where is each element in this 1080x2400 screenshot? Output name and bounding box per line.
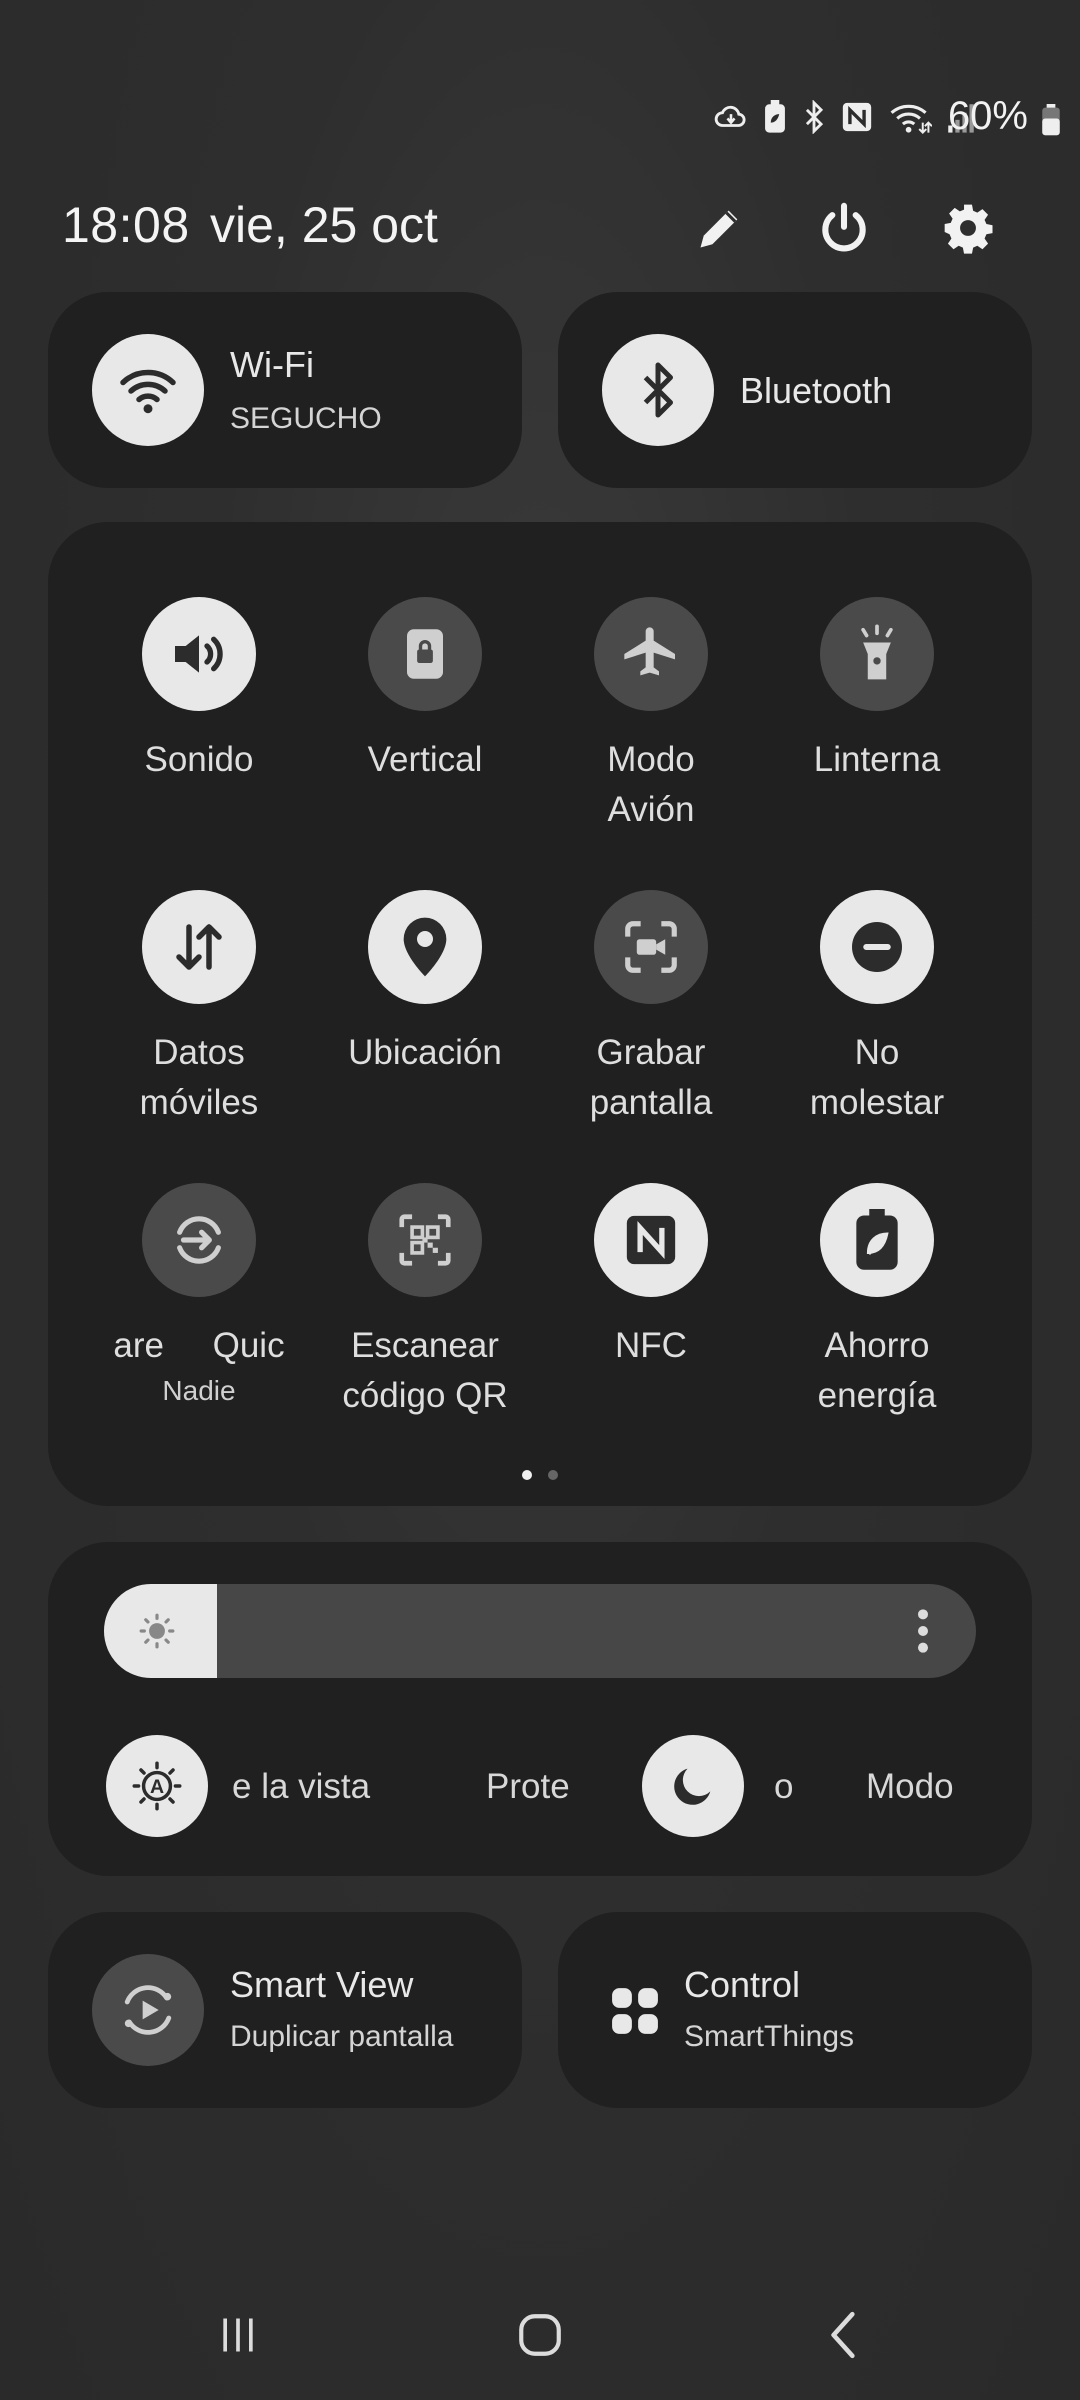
dark-mode-label: o bbox=[774, 1767, 794, 1806]
nfc-icon bbox=[840, 100, 874, 134]
dark-mode-icon[interactable] bbox=[642, 1735, 744, 1837]
battery-percent: 60% bbox=[947, 94, 1028, 138]
airplane-icon[interactable] bbox=[594, 597, 708, 711]
battery-saver-icon bbox=[762, 100, 788, 134]
tile-sound[interactable]: Sonido bbox=[86, 597, 312, 785]
tile-label: Escanear código QR bbox=[342, 1326, 508, 1415]
tile-label: No molestar bbox=[809, 1033, 945, 1122]
tile-quick-share[interactable]: are Quic Nadie bbox=[86, 1183, 312, 1407]
wifi-pill[interactable]: Wi-Fi SEGUCHO bbox=[48, 292, 522, 488]
wifi-network-name: SEGUCHO bbox=[230, 402, 382, 435]
tile-label: Datos móviles bbox=[139, 1033, 259, 1122]
bluetooth-pill[interactable]: Bluetooth bbox=[558, 292, 1032, 488]
svg-text:A: A bbox=[150, 1776, 164, 1798]
mobile-data-icon[interactable] bbox=[142, 890, 256, 1004]
wifi-title: Wi-Fi bbox=[230, 344, 314, 385]
sync-icon bbox=[714, 100, 748, 134]
tile-label: Linterna bbox=[813, 740, 941, 779]
wifi-icon[interactable] bbox=[92, 334, 204, 446]
bluetooth-icon[interactable] bbox=[602, 334, 714, 446]
eye-protection-label: Prote bbox=[486, 1767, 570, 1806]
tile-rotation[interactable]: Vertical bbox=[312, 597, 538, 785]
nfc-icon[interactable] bbox=[594, 1183, 708, 1297]
power-icon[interactable] bbox=[812, 196, 876, 260]
eye-comfort-label: e la vista bbox=[232, 1767, 371, 1806]
control-subtitle: SmartThings bbox=[684, 2020, 855, 2053]
smartthings-control-pill[interactable]: Control SmartThings bbox=[558, 1912, 1032, 2108]
smart-view-title: Smart View bbox=[230, 1964, 414, 2005]
tile-label: Grabar pantalla bbox=[589, 1033, 713, 1122]
tile-label: are Quic bbox=[113, 1326, 285, 1365]
tile-do-not-disturb[interactable]: No molestar bbox=[764, 890, 990, 1128]
tile-screen-record[interactable]: Grabar pantalla bbox=[538, 890, 764, 1128]
tile-label: NFC bbox=[615, 1326, 687, 1365]
tile-location[interactable]: Ubicación bbox=[312, 890, 538, 1078]
page-indicator-inactive bbox=[548, 1470, 558, 1480]
tile-label: Ahorro energía bbox=[817, 1326, 937, 1415]
home-icon[interactable] bbox=[490, 2300, 590, 2370]
do-not-disturb-icon[interactable] bbox=[820, 890, 934, 1004]
bluetooth-title: Bluetooth bbox=[740, 370, 893, 411]
battery-icon bbox=[1040, 104, 1062, 141]
recents-icon[interactable] bbox=[188, 2300, 288, 2370]
tile-mobile-data[interactable]: Datos móviles bbox=[86, 890, 312, 1128]
qr-scan-icon[interactable] bbox=[368, 1183, 482, 1297]
tile-power-saving[interactable]: Ahorro energía bbox=[764, 1183, 990, 1421]
control-title: Control bbox=[684, 1964, 801, 2005]
tile-label: Ubicación bbox=[348, 1033, 502, 1072]
tile-label: Vertical bbox=[367, 740, 483, 779]
back-icon[interactable] bbox=[794, 2300, 894, 2370]
bluetooth-icon bbox=[802, 100, 826, 134]
smartthings-icon bbox=[610, 1986, 660, 2041]
rotation-lock-icon[interactable] bbox=[368, 597, 482, 711]
clock: 18:08 bbox=[62, 197, 190, 253]
tile-label: Sonido bbox=[144, 740, 254, 779]
edit-icon[interactable] bbox=[688, 196, 752, 260]
quick-share-icon[interactable] bbox=[142, 1183, 256, 1297]
brightness-sun-icon bbox=[138, 1612, 176, 1655]
tile-airplane-mode[interactable]: Modo Avión bbox=[538, 597, 764, 835]
brightness-more-options-icon[interactable] bbox=[916, 1606, 930, 1661]
tile-nfc[interactable]: NFC bbox=[538, 1183, 764, 1371]
tile-flashlight[interactable]: Linterna bbox=[764, 597, 990, 785]
smart-view-subtitle: Duplicar pantalla bbox=[230, 2020, 454, 2053]
flashlight-icon[interactable] bbox=[820, 597, 934, 711]
settings-icon[interactable] bbox=[936, 196, 1000, 260]
auto-brightness-icon[interactable]: A bbox=[106, 1735, 208, 1837]
tile-label: Modo Avión bbox=[607, 740, 695, 829]
smart-view-icon[interactable] bbox=[92, 1954, 204, 2066]
smart-view-pill[interactable]: Smart View Duplicar pantalla bbox=[48, 1912, 522, 2108]
tile-qr-scanner[interactable]: Escanear código QR bbox=[312, 1183, 538, 1421]
wifi-icon bbox=[888, 100, 932, 134]
brightness-slider[interactable] bbox=[104, 1584, 976, 1678]
page-indicator-active bbox=[522, 1470, 532, 1480]
mode-label: Modo bbox=[866, 1767, 954, 1806]
tile-sublabel: Nadie bbox=[162, 1375, 236, 1406]
screen-record-icon[interactable] bbox=[594, 890, 708, 1004]
power-saving-icon[interactable] bbox=[820, 1183, 934, 1297]
sound-icon[interactable] bbox=[142, 597, 256, 711]
location-icon[interactable] bbox=[368, 890, 482, 1004]
date: vie, 25 oct bbox=[210, 197, 438, 253]
status-bar-icons bbox=[714, 100, 976, 134]
